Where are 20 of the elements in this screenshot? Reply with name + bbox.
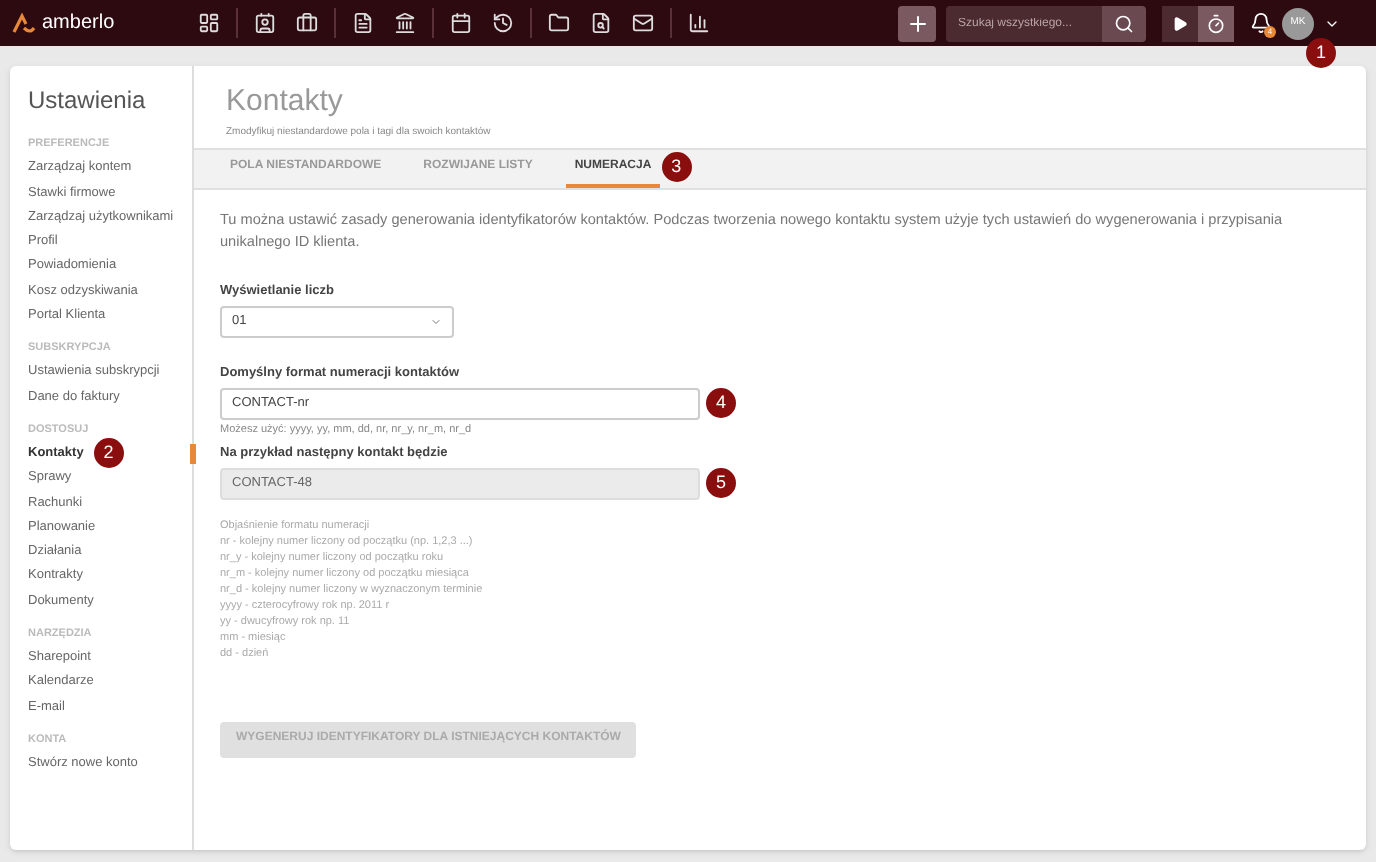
search-icon [1114, 13, 1134, 33]
play-icon [1172, 15, 1188, 31]
annotation-marker: 4 [706, 388, 736, 418]
logo-icon [12, 11, 36, 35]
add-button[interactable] [898, 5, 936, 41]
annotation-marker: 5 [706, 468, 736, 498]
timer-button[interactable] [1198, 5, 1234, 41]
plus-icon [905, 11, 929, 35]
search-button[interactable] [1102, 5, 1146, 41]
annotation-marker: 1 [1306, 38, 1336, 68]
selection-indicator [190, 443, 196, 464]
annotation-marker: 2 [93, 438, 124, 469]
page-title: Kontakty [226, 84, 345, 120]
caret-icon [430, 315, 442, 328]
sidebar-title: Ustawienia [28, 84, 148, 118]
play-button[interactable] [1162, 5, 1198, 41]
logo: amberlo [42, 10, 115, 38]
annotation-marker: 3 [661, 152, 692, 182]
stopwatch-icon [1206, 13, 1226, 33]
notification-icon[interactable] [1250, 12, 1272, 34]
